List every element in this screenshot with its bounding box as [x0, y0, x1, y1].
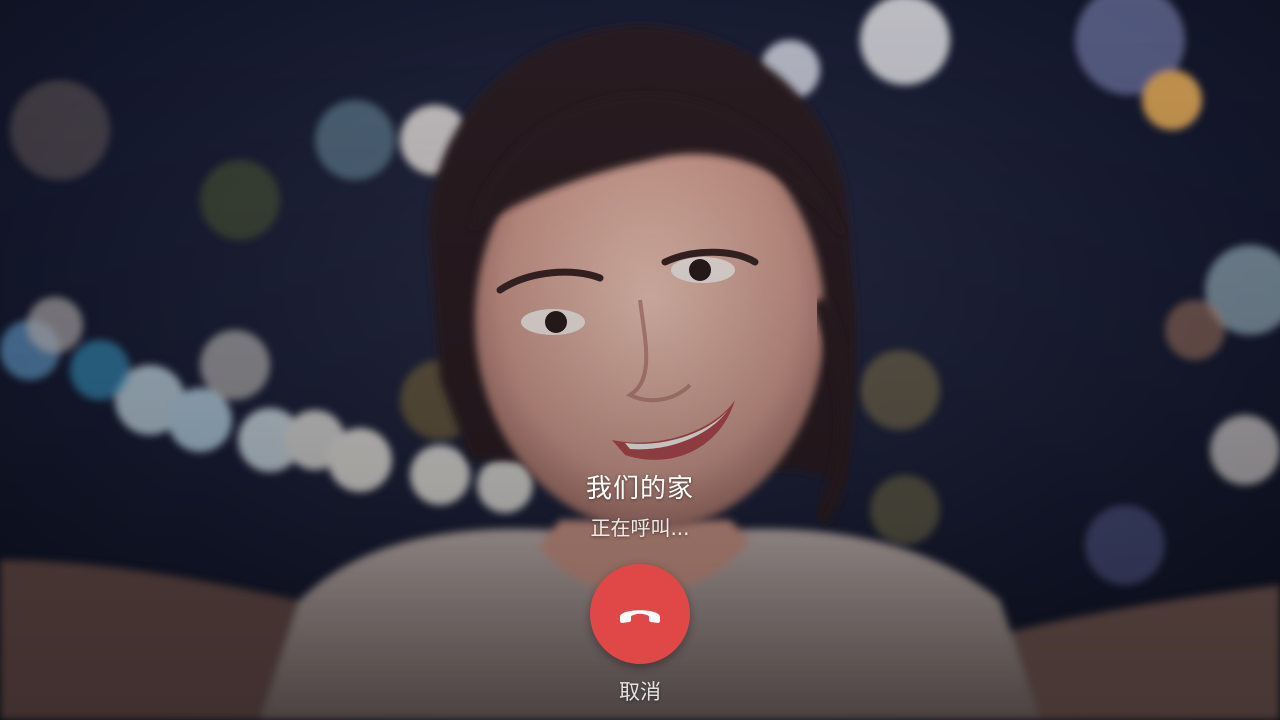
phone-hangup-icon: [616, 602, 664, 626]
cancel-label: 取消: [619, 680, 661, 704]
video-call-screen: 我们的家 正在呼叫... 取消: [0, 0, 1280, 720]
hangup-button[interactable]: [590, 564, 690, 664]
caller-name: 我们的家: [585, 474, 694, 504]
call-status: 正在呼叫...: [590, 516, 690, 540]
